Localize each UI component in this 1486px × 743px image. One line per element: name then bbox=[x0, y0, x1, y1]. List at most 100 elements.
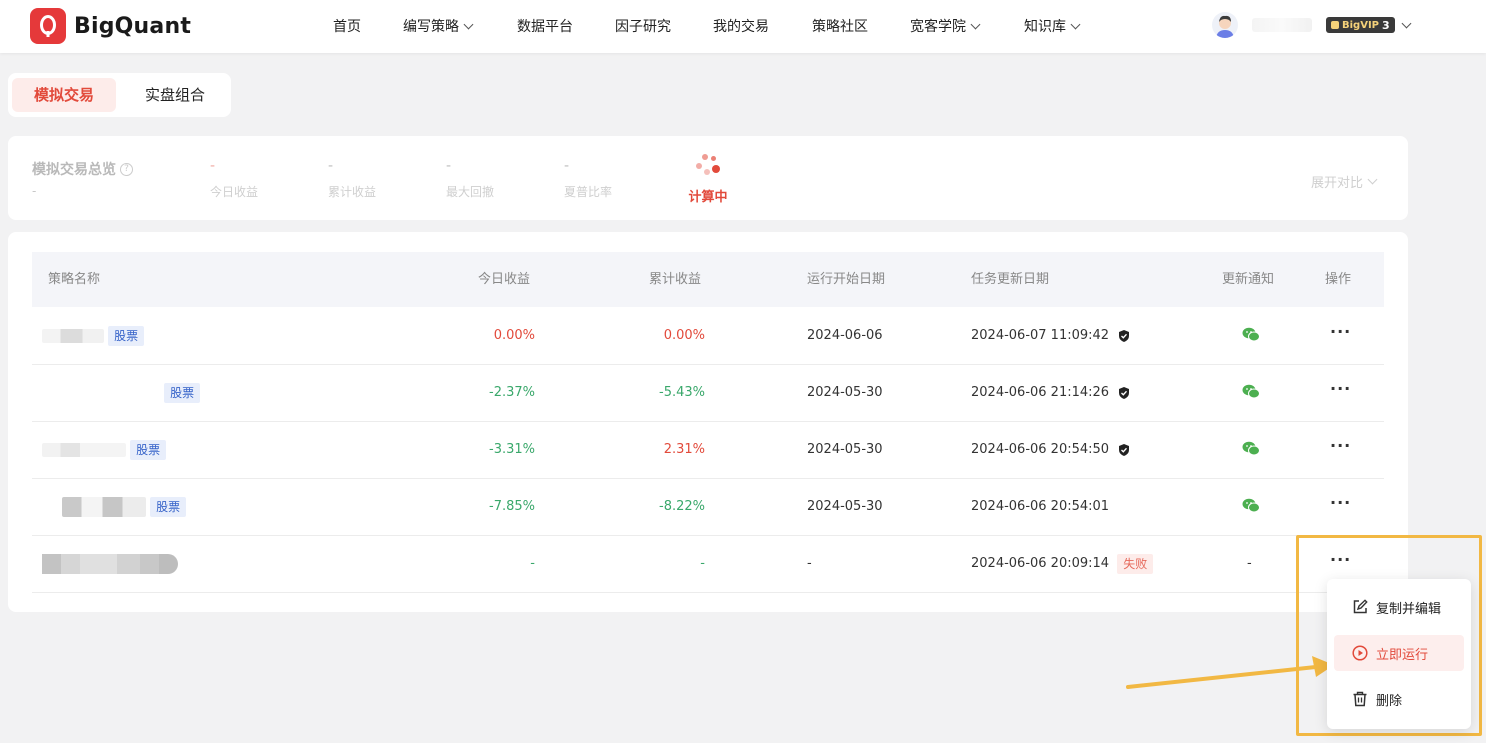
top-navbar: BigQuant 首页 编写策略 数据平台 因子研究 我的交易 策略社区 宽客学… bbox=[0, 0, 1486, 53]
more-actions-button[interactable]: ··· bbox=[1330, 421, 1351, 478]
strategy-name[interactable] bbox=[42, 535, 178, 592]
strategy-table-card: 策略名称 今日收益 累计收益 运行开始日期 任务更新日期 更新通知 操作 股票 … bbox=[8, 232, 1408, 612]
col-header-notify: 更新通知 bbox=[1222, 272, 1275, 287]
wechat-icon[interactable] bbox=[1242, 441, 1260, 456]
avatar[interactable] bbox=[1212, 12, 1238, 38]
wechat-icon[interactable] bbox=[1242, 327, 1260, 342]
more-actions-button[interactable]: ··· bbox=[1330, 364, 1351, 421]
computing-indicator: 计算中 bbox=[684, 154, 732, 205]
col-header-today: 今日收益 bbox=[478, 272, 531, 287]
more-actions-button[interactable]: ··· bbox=[1330, 307, 1351, 364]
overview-panel: 模拟交易总览 ? - - 今日收益 - 累计收益 - 最大回撤 - 夏普比率 计… bbox=[8, 136, 1408, 220]
menu-item-run-now[interactable]: 立即运行 bbox=[1334, 635, 1464, 671]
redacted-name bbox=[42, 442, 126, 457]
overview-subtitle: - bbox=[32, 184, 37, 198]
nav-label: 宽客学院 bbox=[910, 19, 966, 35]
total-return: 2.31% bbox=[663, 442, 705, 457]
nav-label: 我的交易 bbox=[713, 19, 769, 35]
col-header-ops: 操作 bbox=[1325, 272, 1352, 287]
nav-label: 数据平台 bbox=[517, 19, 573, 35]
col-header-start: 运行开始日期 bbox=[807, 272, 886, 287]
metric-value: - bbox=[328, 158, 334, 174]
metric-value: - bbox=[564, 158, 570, 174]
nav-item-knowledge-base[interactable]: 知识库 bbox=[1024, 16, 1081, 36]
table-row[interactable]: 股票 -7.85% -8.22% 2024-05-30 2024-06-06 2… bbox=[32, 478, 1384, 536]
nav-item-my-trading[interactable]: 我的交易 bbox=[713, 16, 769, 36]
notify-none: - bbox=[1247, 556, 1252, 571]
tab-simulated-trading[interactable]: 模拟交易 bbox=[12, 78, 116, 112]
total-return: 0.00% bbox=[663, 328, 705, 343]
brand-name: BigQuant bbox=[74, 13, 192, 39]
verified-shield-icon bbox=[1119, 386, 1130, 399]
nav-item-home[interactable]: 首页 bbox=[333, 16, 361, 36]
chevron-down-icon bbox=[1070, 19, 1081, 29]
update-date: 2024-06-07 11:09:42 bbox=[971, 328, 1110, 343]
total-return: -8.22% bbox=[659, 499, 705, 514]
today-return: -2.37% bbox=[489, 385, 535, 400]
trade-type-tabs: 模拟交易 实盘组合 bbox=[8, 73, 231, 117]
tab-live-portfolio[interactable]: 实盘组合 bbox=[126, 78, 224, 112]
overview-title: 模拟交易总览 ? bbox=[32, 159, 133, 179]
nav-label: 因子研究 bbox=[615, 19, 671, 35]
stock-tag: 股票 bbox=[108, 325, 145, 346]
menu-item-label: 立即运行 bbox=[1376, 647, 1429, 663]
vip-crown-icon bbox=[1331, 21, 1339, 29]
nav-item-data-platform[interactable]: 数据平台 bbox=[517, 16, 573, 36]
play-circle-icon bbox=[1352, 645, 1368, 661]
metric-value: - bbox=[210, 158, 216, 174]
brand-logo[interactable]: BigQuant bbox=[30, 8, 191, 44]
redacted-name bbox=[42, 553, 178, 574]
strategy-name[interactable]: 股票 bbox=[42, 364, 201, 421]
redacted-name bbox=[62, 496, 146, 517]
metric-label: 今日收益 bbox=[210, 185, 259, 199]
today-return: 0.00% bbox=[493, 328, 535, 343]
table-row[interactable]: 股票 -2.37% -5.43% 2024-05-30 2024-06-06 2… bbox=[32, 364, 1384, 422]
chevron-down-icon bbox=[463, 19, 474, 29]
chevron-down-icon bbox=[1367, 174, 1378, 185]
strategy-name[interactable]: 股票 bbox=[42, 421, 167, 478]
redacted-name bbox=[42, 385, 160, 400]
table-row[interactable]: 股票 -3.31% 2.31% 2024-05-30 2024-06-06 20… bbox=[32, 421, 1384, 479]
menu-item-delete[interactable]: 删除 bbox=[1334, 681, 1464, 717]
stock-tag: 股票 bbox=[164, 382, 201, 403]
menu-item-label: 复制并编辑 bbox=[1376, 601, 1442, 617]
vip-level: 3 bbox=[1382, 18, 1390, 32]
username-redacted bbox=[1252, 18, 1312, 32]
chevron-down-icon[interactable] bbox=[1401, 18, 1412, 28]
more-actions-button[interactable]: ··· bbox=[1330, 478, 1351, 535]
trash-icon bbox=[1352, 691, 1368, 707]
metric-total-return: - 累计收益 bbox=[328, 158, 376, 200]
redacted-name bbox=[42, 328, 104, 343]
table-row[interactable]: - - - 2024-06-06 20:09:14 失败 - ··· bbox=[32, 535, 1384, 593]
metric-value: - bbox=[446, 158, 452, 174]
table-row[interactable]: 股票 0.00% 0.00% 2024-06-06 2024-06-07 11:… bbox=[32, 307, 1384, 365]
start-date: 2024-05-30 bbox=[807, 385, 883, 400]
nav-item-write-strategy[interactable]: 编写策略 bbox=[403, 16, 474, 36]
update-date: 2024-06-06 20:09:14 bbox=[971, 556, 1110, 571]
strategy-name[interactable]: 股票 bbox=[42, 307, 145, 364]
user-menu[interactable]: BigVIP 3 bbox=[1212, 12, 1412, 38]
nav-item-community[interactable]: 策略社区 bbox=[812, 16, 868, 36]
total-return: - bbox=[700, 556, 705, 571]
nav-label: 首页 bbox=[333, 19, 361, 35]
nav-label: 编写策略 bbox=[403, 19, 459, 35]
wechat-icon[interactable] bbox=[1242, 498, 1260, 513]
help-icon[interactable]: ? bbox=[120, 162, 133, 176]
nav-item-factor-research[interactable]: 因子研究 bbox=[615, 16, 671, 36]
metric-sharpe-ratio: - 夏普比率 bbox=[564, 158, 612, 200]
update-date: 2024-06-06 20:54:01 bbox=[971, 499, 1110, 514]
start-date: 2024-05-30 bbox=[807, 442, 883, 457]
vip-label: BigVIP bbox=[1342, 19, 1379, 31]
expand-compare-label: 展开对比 bbox=[1311, 176, 1364, 191]
computing-label: 计算中 bbox=[688, 190, 728, 205]
wechat-icon[interactable] bbox=[1242, 384, 1260, 399]
menu-item-copy-edit[interactable]: 复制并编辑 bbox=[1334, 589, 1464, 625]
strategy-name[interactable]: 股票 bbox=[62, 478, 187, 535]
nav-item-academy[interactable]: 宽客学院 bbox=[910, 16, 981, 36]
verified-shield-icon bbox=[1119, 443, 1130, 456]
row-actions-menu: 复制并编辑 立即运行 删除 bbox=[1327, 579, 1471, 729]
col-header-name: 策略名称 bbox=[48, 272, 101, 287]
table-header: 策略名称 今日收益 累计收益 运行开始日期 任务更新日期 更新通知 操作 bbox=[32, 252, 1384, 307]
expand-compare-button[interactable]: 展开对比 bbox=[1311, 172, 1378, 191]
verified-shield-icon bbox=[1119, 329, 1130, 342]
